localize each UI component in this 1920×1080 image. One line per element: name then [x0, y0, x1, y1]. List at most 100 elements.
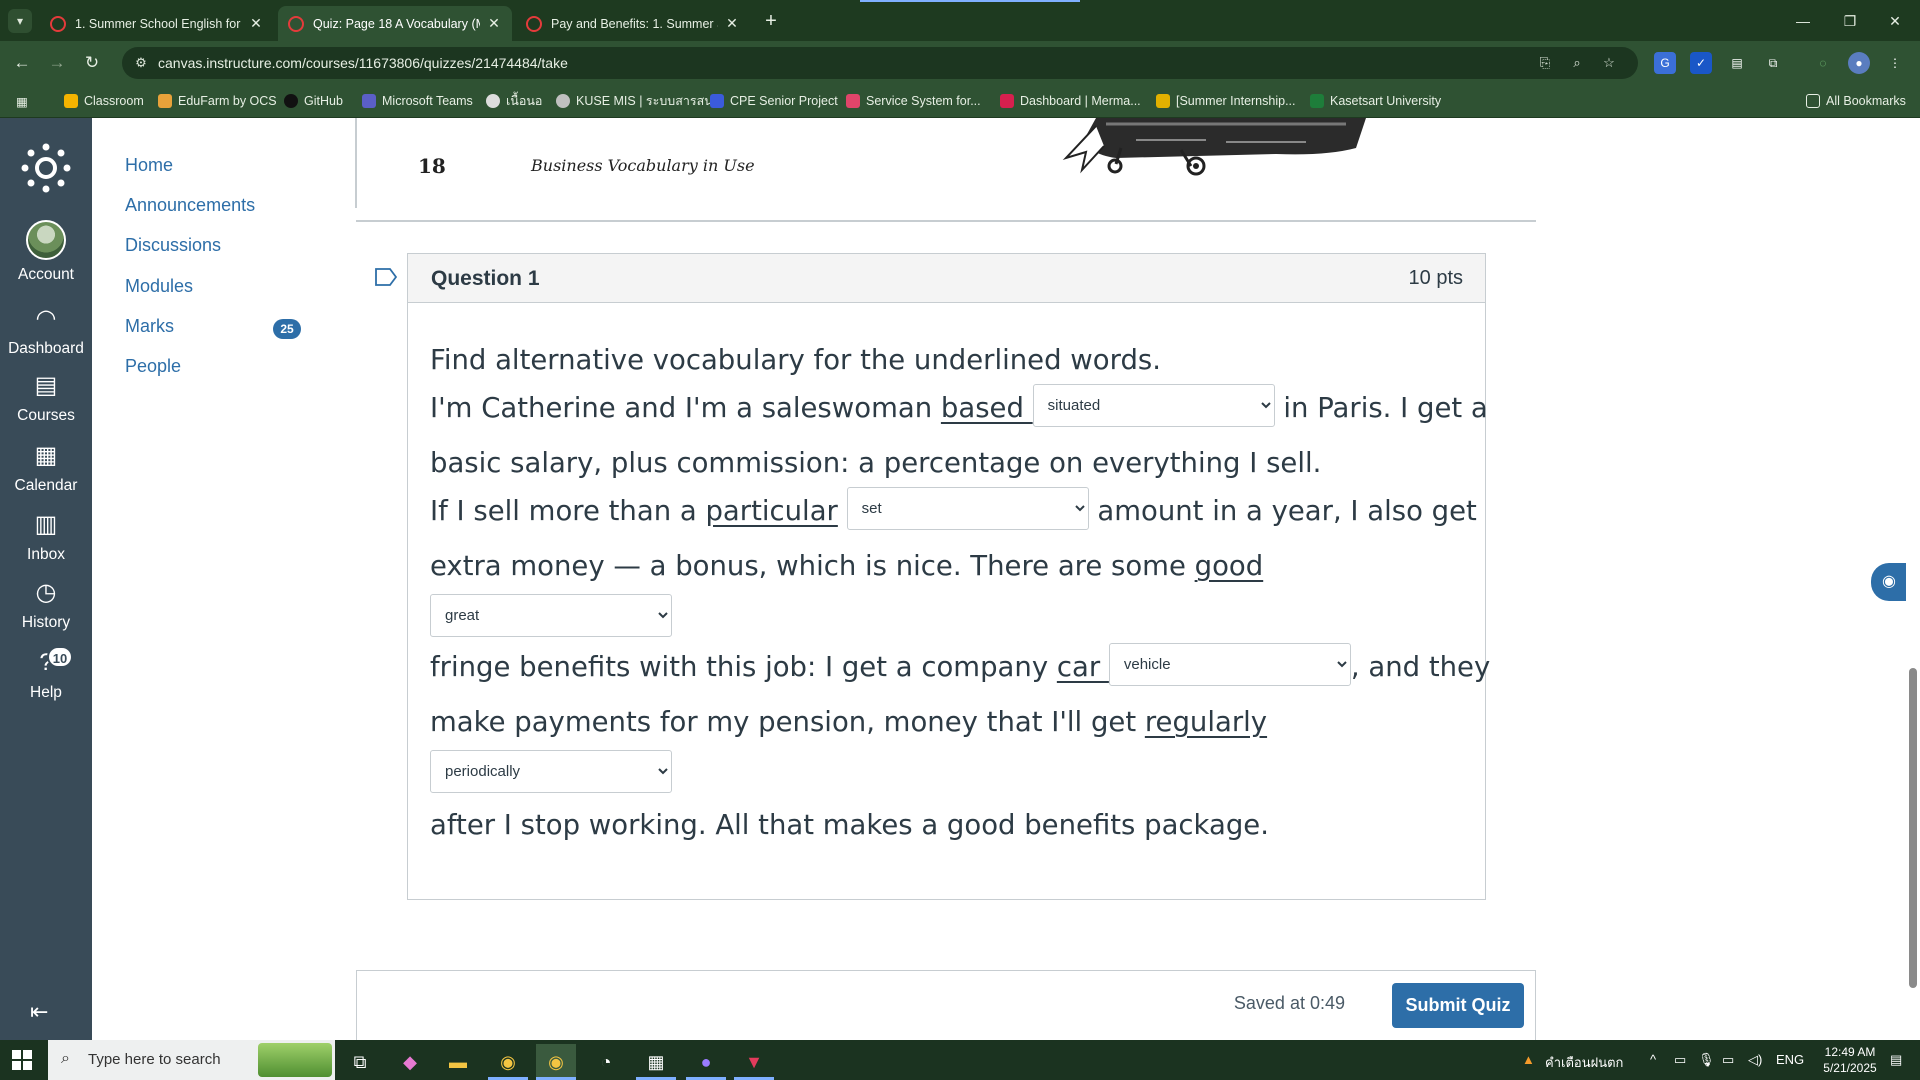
- course-nav-announcements[interactable]: Announcements: [125, 195, 255, 216]
- answer-dropdown-4[interactable]: vehicle: [1108, 642, 1351, 686]
- task-view-icon[interactable]: ⧉: [340, 1044, 380, 1080]
- courses-book-icon: ▤: [34, 372, 58, 399]
- microphone-icon[interactable]: 🎙: [1698, 1052, 1715, 1068]
- nav-courses[interactable]: ▤ Courses: [0, 371, 92, 437]
- check-extension-icon[interactable]: ✓: [1690, 52, 1712, 74]
- submit-quiz-button[interactable]: Submit Quiz: [1392, 983, 1524, 1028]
- address-bar[interactable]: ⚙ canvas.instructure.com/courses/1167380…: [122, 47, 1638, 79]
- answer-dropdown-5[interactable]: periodically: [430, 749, 672, 793]
- course-nav-people[interactable]: People: [125, 356, 181, 377]
- course-nav-modules[interactable]: Modules: [125, 276, 193, 297]
- bookmark-kuse-mis[interactable]: KUSE MIS | ระบบสารสน...: [556, 92, 723, 110]
- bookmark-service-system[interactable]: Service System for...: [846, 92, 981, 110]
- bookmarks-bar: ▦ Classroom EduFarm by OCS GitHub Micros…: [0, 84, 1920, 118]
- all-bookmarks-folder[interactable]: All Bookmarks: [1806, 92, 1906, 110]
- reload-button[interactable]: ↻: [78, 49, 106, 77]
- browser-tab-active[interactable]: Quiz: Page 18 A Vocabulary (M ✕: [278, 6, 512, 41]
- system-clock[interactable]: 12:49 AM 5/21/2025: [1814, 1044, 1886, 1076]
- input-language[interactable]: ENG: [1776, 1052, 1804, 1067]
- windows-start-icon[interactable]: [12, 1050, 32, 1070]
- bookmark-cpe-senior[interactable]: CPE Senior Project: [710, 92, 838, 110]
- browser-tab[interactable]: Pay and Benefits: 1. Summer Sc ✕: [516, 6, 750, 41]
- restore-button[interactable]: ❐: [1827, 8, 1873, 34]
- notifications-icon[interactable]: ▤: [1890, 1052, 1902, 1068]
- close-icon[interactable]: ✕: [486, 15, 502, 32]
- bookmark-internship[interactable]: [Summer Internship...: [1156, 92, 1296, 110]
- minimize-button[interactable]: —: [1780, 8, 1826, 34]
- course-nav-marks[interactable]: Marks: [125, 316, 174, 337]
- bookmark-kasetsart[interactable]: Kasetsart University: [1310, 92, 1441, 110]
- calendar-icon: ▦: [34, 442, 58, 469]
- flag-question-icon[interactable]: [375, 268, 397, 286]
- clock-app-icon[interactable]: ◔: [586, 1044, 626, 1080]
- bookmark-teams[interactable]: Microsoft Teams: [362, 92, 473, 110]
- bookmark-thai-site[interactable]: เนื้อนอ: [486, 92, 542, 110]
- browser-menu-icon[interactable]: ⋮: [1884, 52, 1906, 74]
- pdf-app-icon[interactable]: ▼: [734, 1044, 774, 1080]
- page-scrollbar[interactable]: [1906, 118, 1920, 1040]
- nav-history[interactable]: ◷ History: [0, 578, 92, 644]
- messenger-icon[interactable]: ●: [686, 1044, 726, 1080]
- bookmark-classroom[interactable]: Classroom: [64, 92, 144, 110]
- taskbar-search-input[interactable]: ⌕ Type here to search: [48, 1040, 335, 1080]
- weather-text[interactable]: คำเตือนฝนตก: [1545, 1052, 1623, 1073]
- back-button[interactable]: ←: [8, 49, 36, 77]
- quiz-submit-bar: Saved at 0:49 Submit Quiz: [356, 970, 1536, 1040]
- answer-dropdown-2[interactable]: set: [846, 486, 1089, 530]
- translate-extension-icon[interactable]: G: [1654, 52, 1676, 74]
- sync-status-icon[interactable]: ◌: [1812, 52, 1834, 74]
- volume-icon[interactable]: ◁): [1748, 1052, 1762, 1068]
- nav-inbox[interactable]: ▥ Inbox: [0, 510, 92, 576]
- kuse-icon: [556, 94, 570, 108]
- text-line: make payments for my pension, money that…: [430, 706, 1268, 738]
- calculator-icon[interactable]: ▦: [636, 1044, 676, 1080]
- close-window-button[interactable]: ✕: [1872, 8, 1918, 34]
- marks-count-badge: 25: [273, 319, 301, 339]
- apps-grid-icon[interactable]: ▦: [16, 92, 28, 110]
- dashboard-icon: [1000, 94, 1014, 108]
- site-info-icon[interactable]: ⚙: [132, 54, 150, 72]
- chrome-profile-icon[interactable]: ◉: [536, 1044, 576, 1080]
- briefcase-illustration-icon: [1062, 118, 1366, 176]
- nav-dashboard[interactable]: ◠ Dashboard: [0, 304, 92, 370]
- browser-tab[interactable]: 1. Summer School English for Jo ✕: [40, 6, 274, 41]
- bookmark-dashboard[interactable]: Dashboard | Merma...: [1000, 92, 1141, 110]
- close-icon[interactable]: ✕: [724, 15, 740, 32]
- search-highlight-image: [258, 1043, 332, 1077]
- new-tab-button[interactable]: +: [758, 8, 784, 34]
- chat-widget-button[interactable]: ◉: [1871, 563, 1907, 601]
- profile-avatar-icon[interactable]: ●: [1848, 52, 1870, 74]
- zoom-icon[interactable]: ⌕: [1568, 54, 1586, 72]
- chrome-icon[interactable]: ◉: [488, 1044, 528, 1080]
- collapse-nav-icon[interactable]: ⇤: [30, 1000, 62, 1024]
- bookmark-star-icon[interactable]: ☆: [1600, 54, 1618, 72]
- nav-calendar[interactable]: ▦ Calendar: [0, 441, 92, 507]
- site-icon: [486, 94, 500, 108]
- course-nav-home[interactable]: Home: [125, 155, 173, 176]
- show-hidden-icons-icon[interactable]: ^: [1650, 1052, 1656, 1067]
- text-line: after I stop working. All that makes a g…: [430, 809, 1269, 841]
- bookmark-edufarm[interactable]: EduFarm by OCS: [158, 92, 277, 110]
- copilot-icon[interactable]: ◆: [390, 1044, 430, 1080]
- extensions-puzzle-icon[interactable]: ⧉: [1762, 52, 1784, 74]
- document-extension-icon[interactable]: ▤: [1726, 52, 1748, 74]
- weather-warning-icon[interactable]: ▲: [1522, 1052, 1535, 1067]
- close-icon[interactable]: ✕: [248, 15, 264, 32]
- network-icon[interactable]: ▭: [1722, 1052, 1734, 1068]
- tab-search-button[interactable]: ▾: [8, 9, 32, 33]
- meet-now-icon[interactable]: ▭: [1674, 1052, 1686, 1068]
- canvas-favicon-icon: [288, 15, 304, 32]
- course-nav-discussions[interactable]: Discussions: [125, 235, 221, 256]
- file-explorer-icon[interactable]: ▬: [438, 1044, 478, 1080]
- install-app-icon[interactable]: ⎘: [1536, 54, 1554, 72]
- scrollbar-thumb[interactable]: [1909, 668, 1917, 988]
- canvas-logo-icon[interactable]: [20, 142, 72, 194]
- url-text[interactable]: canvas.instructure.com/courses/11673806/…: [158, 55, 568, 71]
- nav-help[interactable]: ? 10 Help: [0, 646, 92, 714]
- answer-dropdown-3[interactable]: great: [430, 593, 672, 637]
- forward-button[interactable]: →: [43, 49, 71, 77]
- autosave-status: Saved at 0:49: [1233, 993, 1345, 1013]
- bookmark-github[interactable]: GitHub: [284, 92, 343, 110]
- answer-dropdown-1[interactable]: situated: [1032, 383, 1275, 427]
- nav-account[interactable]: Account: [0, 220, 92, 286]
